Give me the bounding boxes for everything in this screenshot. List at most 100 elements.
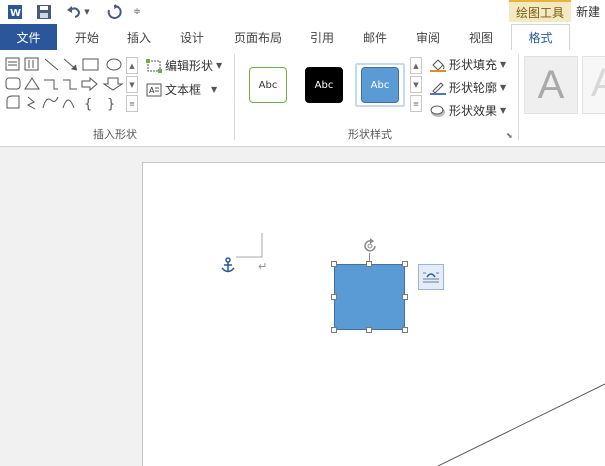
undo-button[interactable]: ▼ xyxy=(64,2,92,22)
resize-handle-bottom-left[interactable] xyxy=(331,327,337,333)
layout-options-icon xyxy=(423,272,439,283)
shape-outline-label: 形状轮廓 xyxy=(449,81,498,95)
tab-insert[interactable]: 插入 xyxy=(121,24,157,50)
shape-outline-button[interactable]: 形状轮廓 ▼ xyxy=(430,79,506,96)
rotation-handle[interactable] xyxy=(362,238,378,254)
paragraph-mark: ↵ xyxy=(258,260,268,273)
shape-style-3-label: Abc xyxy=(370,79,390,91)
tab-home[interactable]: 开始 xyxy=(70,24,104,50)
elbow-arrow-connector-shape-icon xyxy=(63,79,77,90)
shape-style-1-label: Abc xyxy=(258,79,278,91)
group-divider-2 xyxy=(518,54,519,140)
anchor-icon xyxy=(220,257,236,275)
rotate-icon xyxy=(364,238,376,252)
tab-design[interactable]: 设计 xyxy=(174,24,210,50)
wordart-style-2-label: A xyxy=(591,61,605,106)
shapes-more-button[interactable]: ≡ xyxy=(126,95,138,112)
resize-handle-top-left[interactable] xyxy=(331,261,337,267)
drawing-tools-context-label: 绘图工具 xyxy=(509,0,571,22)
text-box-shape-icon xyxy=(5,57,20,71)
curve-shape-icon xyxy=(42,96,59,109)
new-label: 新建 xyxy=(576,5,601,19)
tab-page-layout[interactable]: 页面布局 xyxy=(229,24,287,50)
paint-bucket-icon xyxy=(430,58,446,72)
shape-fill-button[interactable]: 形状填充 ▼ xyxy=(430,56,506,73)
resize-handle-top-right[interactable] xyxy=(402,261,408,267)
down-arrow-shape-icon xyxy=(102,77,124,91)
rounded-rectangle-shape-icon xyxy=(5,77,21,90)
edit-shape-icon xyxy=(146,58,162,73)
svg-text:W: W xyxy=(10,8,21,19)
shape-style-2[interactable]: Abc xyxy=(305,67,343,103)
tab-mailings[interactable]: 邮件 xyxy=(357,24,393,50)
tab-references[interactable]: 引用 xyxy=(304,24,340,50)
customize-quick-access-icon[interactable]: ≑ xyxy=(131,2,143,22)
snip-shape-icon xyxy=(6,95,20,109)
resize-handle-bottom[interactable] xyxy=(366,327,372,333)
edit-shape-label: 编辑形状 xyxy=(165,59,214,73)
line-shape-icon xyxy=(44,58,59,71)
group-divider xyxy=(234,54,235,140)
wordart-style-1-label: A xyxy=(537,62,565,107)
text-box-button[interactable]: A 文本框 ▼ xyxy=(146,81,217,98)
resize-handle-right[interactable] xyxy=(402,294,408,300)
shape-fill-dropdown-icon: ▼ xyxy=(500,60,507,69)
wordart-style-1[interactable]: A xyxy=(524,56,578,114)
resize-handle-bottom-right[interactable] xyxy=(402,327,408,333)
tab-review[interactable]: 审阅 xyxy=(410,24,446,50)
shape-style-2-label: Abc xyxy=(314,79,334,91)
shape-fill-label: 形状填充 xyxy=(449,58,498,72)
shape-outline-dropdown-icon: ▼ xyxy=(500,83,507,92)
svg-text:A: A xyxy=(149,86,155,95)
wordart-style-2[interactable]: A xyxy=(582,56,605,114)
insert-shapes-group-label: 插入形状 xyxy=(93,128,137,141)
tab-format[interactable]: 格式 xyxy=(511,24,570,51)
styles-scroll-down-button[interactable]: ▼ xyxy=(410,76,422,93)
edit-shape-button[interactable]: 编辑形状 ▼ xyxy=(146,57,222,74)
shape-effects-dropdown-icon: ▼ xyxy=(500,106,507,115)
text-box-icon: A xyxy=(146,83,162,97)
styles-scroll-up-button[interactable]: ▲ xyxy=(410,57,422,74)
right-brace-shape-icon: } xyxy=(107,97,115,112)
shape-gallery-icons: { } xyxy=(5,57,124,112)
styles-more-button[interactable]: ≡ xyxy=(410,95,422,112)
resize-handle-top[interactable] xyxy=(366,261,372,267)
ribbon: { } ▲ ▼ ≡ 编辑形状 ▼ A 文本框 ▼ 插入形状 Abc Abc Ab… xyxy=(0,50,605,147)
shape-styles-dialog-launcher-icon[interactable]: ⬊ xyxy=(506,131,513,140)
shape-effects-label: 形状效果 xyxy=(449,104,498,118)
arc-shape-icon xyxy=(62,99,75,109)
shape-styles-group-label: 形状样式 xyxy=(348,128,392,141)
layout-options-button[interactable] xyxy=(418,264,444,290)
pencil-icon xyxy=(430,81,446,95)
left-brace-shape-icon: { xyxy=(84,97,92,112)
shape-effects-button[interactable]: 形状效果 ▼ xyxy=(430,102,506,119)
undo-icon xyxy=(67,6,81,18)
page-edge-line xyxy=(438,383,605,466)
selected-rectangle-shape[interactable] xyxy=(334,264,405,330)
shape-effects-icon xyxy=(430,104,446,118)
shape-gallery: { } xyxy=(4,56,126,114)
rectangle-shape-icon xyxy=(82,58,99,71)
shapes-scroll-up-button[interactable]: ▲ xyxy=(126,57,138,74)
shape-style-1[interactable]: Abc xyxy=(249,67,287,103)
resize-handle-left[interactable] xyxy=(331,294,337,300)
vertical-text-box-shape-icon xyxy=(24,57,39,71)
triangle-shape-icon xyxy=(24,77,40,90)
edit-shape-dropdown-icon: ▼ xyxy=(216,61,223,70)
arrow-line-shape-icon xyxy=(63,58,78,71)
word-icon: W xyxy=(6,2,24,22)
right-arrow-shape-icon xyxy=(81,76,98,92)
oval-shape-icon xyxy=(106,58,122,71)
tab-file[interactable]: 文件 xyxy=(0,24,57,50)
ribbon-tab-row: 文件 开始 插入 设计 页面布局 引用 邮件 审阅 视图 格式 xyxy=(0,24,605,51)
lightning-shape-icon xyxy=(26,96,36,110)
text-box-label: 文本框 xyxy=(165,83,202,97)
margin-corner-mark xyxy=(236,233,263,258)
shapes-scroll-down-button[interactable]: ▼ xyxy=(126,76,138,93)
save-icon[interactable] xyxy=(35,2,53,22)
elbow-connector-shape-icon xyxy=(44,79,58,90)
redo-icon[interactable] xyxy=(104,2,124,22)
text-box-dropdown-icon: ▼ xyxy=(211,85,218,94)
tab-view[interactable]: 视图 xyxy=(463,24,499,50)
shape-style-3[interactable]: Abc xyxy=(361,67,399,103)
